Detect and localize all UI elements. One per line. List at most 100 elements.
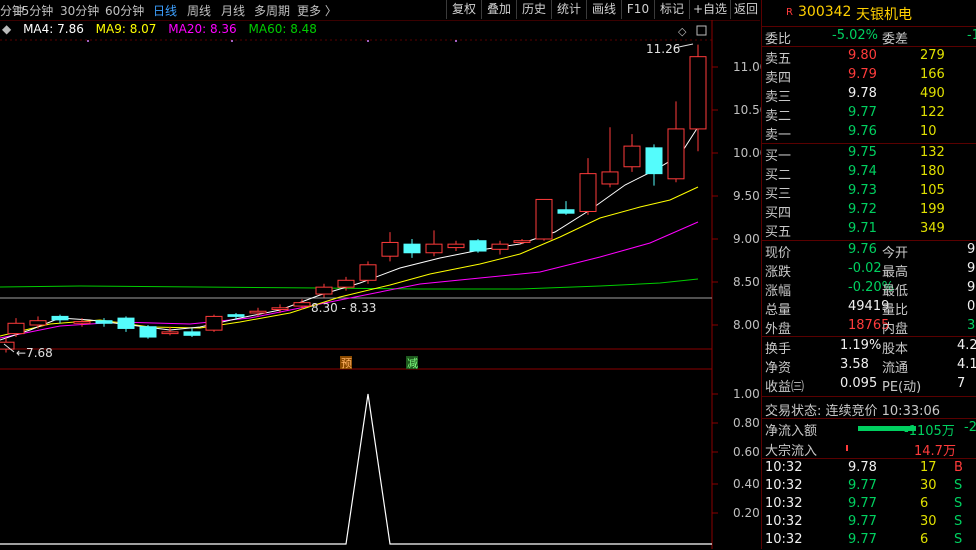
- bid-label: 买三: [765, 187, 792, 202]
- candle-body: [7, 322, 25, 335]
- net-inflow-extra: -2: [964, 420, 976, 435]
- quote-label: 总量: [765, 303, 792, 318]
- tick-time: 10:32: [765, 496, 803, 511]
- ask-label: 卖五: [765, 52, 792, 67]
- quote-value2: 306: [967, 318, 976, 333]
- quote-label2: 量比: [882, 303, 909, 318]
- candle-body: [623, 145, 641, 168]
- indicator-tick-label: 1.00: [733, 387, 760, 401]
- block-inflow-bar: [846, 445, 848, 451]
- tick-price: 9.77: [848, 496, 877, 511]
- ask-volume: 122: [920, 105, 945, 120]
- candle-body: [337, 279, 355, 288]
- block-inflow-label: 大宗流入: [765, 444, 818, 459]
- block-inflow-value: 14.7万: [914, 444, 956, 459]
- ask-price: 9.80: [848, 48, 877, 63]
- quote-value2: 9: [967, 261, 976, 276]
- stat-label2: 股本: [882, 342, 909, 357]
- candle-body: [205, 315, 223, 331]
- candle-body: [513, 240, 531, 243]
- ask-price: 9.79: [848, 67, 877, 82]
- tick-price: 9.77: [848, 514, 877, 529]
- tag-minus: 减: [407, 357, 418, 370]
- tick-side: S: [954, 496, 963, 511]
- candle-body: [161, 331, 179, 335]
- indicator-line: [0, 393, 712, 545]
- stat-label2: PE(动): [882, 380, 922, 395]
- candle-body: [227, 314, 245, 317]
- bid-label: 买一: [765, 149, 792, 164]
- candle-body: [667, 128, 685, 180]
- candle-body: [469, 240, 487, 252]
- tick-price: 9.77: [848, 532, 877, 547]
- bid-label: 买五: [765, 225, 792, 240]
- candle-body: [579, 173, 597, 212]
- stat-value2: 7: [957, 376, 966, 391]
- weibi-label: 委比: [765, 32, 792, 47]
- price-tick-label: 8.00: [733, 318, 760, 332]
- low-label: ←7.68: [16, 346, 53, 360]
- kline-chart[interactable]: 11.00 10.50 10.00 9.50 9.00 8.50 8.00 1.00 0.80…: [0, 0, 761, 549]
- bid-price: 9.71: [848, 221, 877, 236]
- candle-body: [0, 341, 15, 350]
- price-tick-label: 8.50: [733, 275, 760, 289]
- ask-label: 卖一: [765, 128, 792, 143]
- bid-price: 9.75: [848, 145, 877, 160]
- stat-value2: 4.2: [957, 338, 976, 353]
- ask-volume: 166: [920, 67, 945, 82]
- quote-label: 涨跌: [765, 265, 792, 280]
- quote-label2: 内盘: [882, 322, 909, 337]
- net-inflow-label: 净流入额: [765, 424, 818, 439]
- ask-volume: 490: [920, 86, 945, 101]
- bid-volume: 349: [920, 221, 945, 236]
- mid-label: 8.30 - 8.33: [311, 301, 376, 315]
- stock-name: 天银机电: [856, 7, 912, 23]
- tick-time: 10:32: [765, 478, 803, 493]
- price-tick-label: 10.50: [733, 103, 761, 117]
- ask-price: 9.76: [848, 124, 877, 139]
- candle-body: [425, 243, 443, 254]
- bid-price: 9.73: [848, 183, 877, 198]
- bid-volume: 199: [920, 202, 945, 217]
- indicator-tick-label: 0.80: [733, 416, 760, 430]
- stat-label: 收益㈢: [765, 380, 805, 395]
- price-tick-label: 11.00: [733, 60, 761, 74]
- ask-price: 9.78: [848, 86, 877, 101]
- quote-label: 外盘: [765, 322, 792, 337]
- quote-value2: 9: [967, 242, 976, 257]
- bid-label: 买二: [765, 168, 792, 183]
- ask-volume: 279: [920, 48, 945, 63]
- expand-icon: [696, 25, 707, 36]
- bid-volume: 132: [920, 145, 945, 160]
- ask-volume: 10: [920, 124, 937, 139]
- candle-body: [29, 320, 47, 326]
- indicator-tick-label: 0.60: [733, 445, 760, 459]
- bid-price: 9.74: [848, 164, 877, 179]
- tick-volume: 6: [920, 532, 929, 547]
- candle-body: [315, 286, 333, 295]
- indicator-tick-label: 0.20: [733, 506, 760, 520]
- candle-body: [271, 307, 289, 311]
- tick-price: 9.77: [848, 478, 877, 493]
- candle-body: [183, 331, 201, 336]
- ask-label: 卖三: [765, 90, 792, 105]
- quote-value2: 0: [967, 299, 976, 314]
- high-label: 11.26: [646, 42, 680, 56]
- tick-time: 10:32: [765, 514, 803, 529]
- candle-body: [117, 317, 135, 329]
- candle-body: [381, 241, 399, 257]
- stat-label2: 流通: [882, 361, 909, 376]
- indicator-tick-label: 0.40: [733, 477, 760, 491]
- candle-body: [491, 243, 509, 250]
- candle-body: [557, 209, 575, 214]
- quote-panel: R 300342 天银机电 委比 -5.02% 委差 -1 卖五 9.80 279 卖…: [761, 0, 976, 549]
- quote-label2: 最低: [882, 284, 909, 299]
- diamond-icon: ◇: [678, 25, 687, 38]
- candle-body: [535, 198, 553, 240]
- tick-side: S: [954, 478, 963, 493]
- quote-value: -0.02: [848, 261, 882, 276]
- net-inflow-value: -1105万: [904, 424, 955, 439]
- candle-body: [249, 310, 267, 314]
- weicha-label: 委差: [882, 32, 909, 47]
- quote-label2: 今开: [882, 246, 909, 261]
